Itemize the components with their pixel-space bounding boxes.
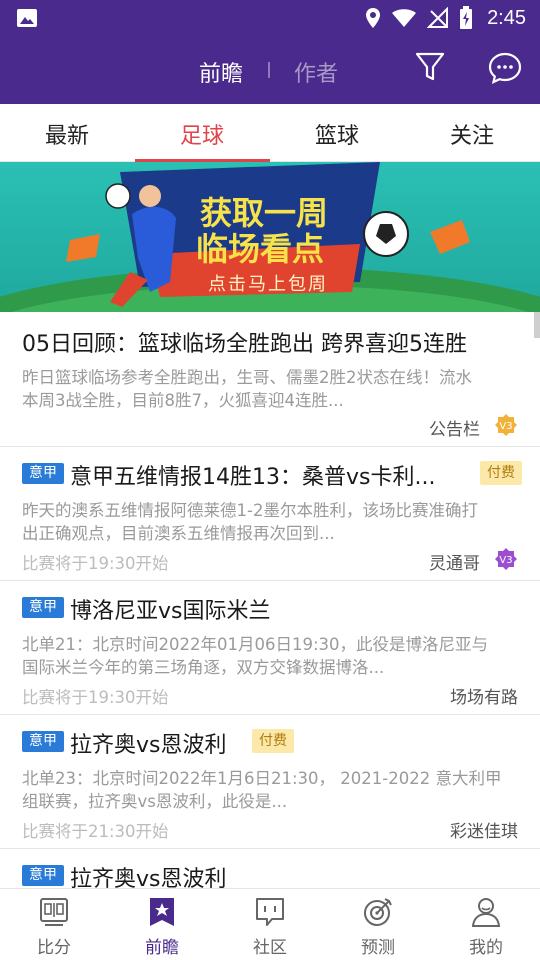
tab-authors[interactable]: 作者 bbox=[294, 56, 338, 88]
list-item[interactable]: 意甲 意甲五维情报14胜13：桑普vs卡利... 付费 昨天的澳系五维情报阿德莱… bbox=[0, 447, 540, 581]
battery-icon bbox=[460, 6, 473, 29]
star-doc-icon bbox=[150, 898, 174, 926]
article-summary-line: 昨天的澳系五维情报阿德莱德1-2墨尔本胜利，该场比赛准确打 bbox=[22, 501, 478, 520]
list-item[interactable]: 05日回顾：篮球临场全胜跑出 跨界喜迎5连胜 昨日篮球临场参考全胜跑出，生哥、儒… bbox=[0, 312, 540, 447]
tab-latest[interactable]: 最新 bbox=[17, 118, 117, 150]
nav-community[interactable]: 社区 bbox=[216, 895, 324, 958]
article-title: 拉齐奥vs恩波利 bbox=[70, 733, 227, 758]
message-icon[interactable] bbox=[488, 51, 522, 85]
status-bar: 2:45 bbox=[0, 0, 540, 36]
nav-preview[interactable]: 前瞻 bbox=[108, 895, 216, 958]
signal-icon bbox=[427, 7, 449, 28]
tab-football[interactable]: 足球 bbox=[152, 118, 252, 150]
article-summary-line: 北单23：北京时间2022年1月6日21:30， 2021-2022 意大利甲 bbox=[22, 769, 502, 788]
article-summary-line: 昨日篮球临场参考全胜跑出，生哥、儒墨2胜2状态在线！流水 bbox=[22, 368, 472, 387]
article-title: 意甲五维情报14胜13：桑普vs卡利... bbox=[70, 465, 436, 490]
nav-me[interactable]: 我的 bbox=[432, 895, 540, 958]
league-tag: 意甲 bbox=[22, 731, 64, 752]
scoreboard-icon bbox=[40, 898, 68, 926]
nav-label: 预测 bbox=[361, 938, 395, 958]
tab-basketball[interactable]: 篮球 bbox=[287, 118, 387, 150]
bottom-navigation: 比分 前瞻 社区 预测 我的 bbox=[0, 888, 540, 960]
article-summary-line: 北单21：北京时间2022年01月06日19:30，此役是博洛尼亚与 bbox=[22, 635, 489, 654]
badge-level: V3 bbox=[499, 555, 512, 566]
article-summary-line: 出正确观点，目前澳系五维情报再次回到... bbox=[22, 524, 335, 543]
banner-cta: 点击马上包周 bbox=[208, 274, 328, 295]
list-item[interactable]: 意甲 博洛尼亚vs国际米兰 北单21：北京时间2022年01月06日19:30，… bbox=[0, 581, 540, 715]
paid-badge: 付费 bbox=[252, 729, 294, 753]
profile-icon bbox=[471, 898, 501, 927]
article-title: 博洛尼亚vs国际米兰 bbox=[70, 599, 271, 624]
promo-banner[interactable]: 获取一周 临场看点 点击马上包周 bbox=[0, 162, 540, 312]
nav-label: 前瞻 bbox=[145, 938, 179, 958]
vip-badge-icon: V3 bbox=[495, 414, 517, 436]
article-summary-line: 国际米兰今年的第三场角逐，双方交锋数据博洛... bbox=[22, 658, 385, 677]
banner-headline-2: 临场看点 bbox=[196, 230, 325, 268]
paid-badge: 付费 bbox=[480, 461, 522, 485]
badge-level: V3 bbox=[499, 421, 512, 432]
nav-prediction[interactable]: 预测 bbox=[324, 895, 432, 958]
article-title: 05日回顾：篮球临场全胜跑出 跨界喜迎5连胜 bbox=[22, 332, 467, 357]
nav-score[interactable]: 比分 bbox=[0, 895, 108, 958]
article-summary-line: 组联赛，拉齐奥vs恩波利，此役是... bbox=[22, 792, 288, 811]
top-header: 前瞻 作者 bbox=[0, 36, 540, 104]
filter-icon[interactable] bbox=[414, 51, 446, 83]
header-divider bbox=[268, 62, 270, 78]
list-item[interactable]: 意甲 拉齐奥vs恩波利 bbox=[0, 849, 540, 888]
league-tag: 意甲 bbox=[22, 597, 64, 618]
match-start-time: 比赛将于21:30开始 bbox=[22, 822, 169, 841]
league-tag: 意甲 bbox=[22, 865, 64, 886]
list-item[interactable]: 意甲 拉齐奥vs恩波利 付费 北单23：北京时间2022年1月6日21:30， … bbox=[0, 715, 540, 849]
wifi-icon bbox=[392, 9, 417, 27]
article-title: 拉齐奥vs恩波利 bbox=[70, 867, 227, 888]
author-name: 彩迷佳琪 bbox=[450, 822, 518, 842]
article-summary-line: 本周3战全胜，目前8胜7，火狐喜迎4连胜... bbox=[22, 391, 344, 410]
clock: 2:45 bbox=[487, 6, 526, 29]
author-name: 灵通哥 bbox=[429, 554, 480, 574]
author-name: 场场有路 bbox=[450, 688, 518, 708]
nav-label: 社区 bbox=[253, 938, 287, 958]
match-start-time: 比赛将于19:30开始 bbox=[22, 554, 169, 573]
nav-label: 比分 bbox=[37, 938, 71, 958]
vip-badge-icon: V3 bbox=[495, 548, 517, 570]
tab-preview[interactable]: 前瞻 bbox=[199, 56, 243, 88]
author-name: 公告栏 bbox=[429, 420, 480, 440]
category-tabs: 最新 足球 篮球 关注 bbox=[0, 104, 540, 162]
target-icon bbox=[364, 898, 392, 926]
tab-following[interactable]: 关注 bbox=[422, 118, 522, 150]
match-start-time: 比赛将于19:30开始 bbox=[22, 688, 169, 707]
league-tag: 意甲 bbox=[22, 463, 64, 484]
community-icon bbox=[256, 898, 284, 926]
location-icon bbox=[366, 8, 381, 28]
scrollbar[interactable] bbox=[534, 312, 540, 338]
gallery-icon bbox=[17, 9, 37, 27]
nav-label: 我的 bbox=[469, 938, 503, 958]
